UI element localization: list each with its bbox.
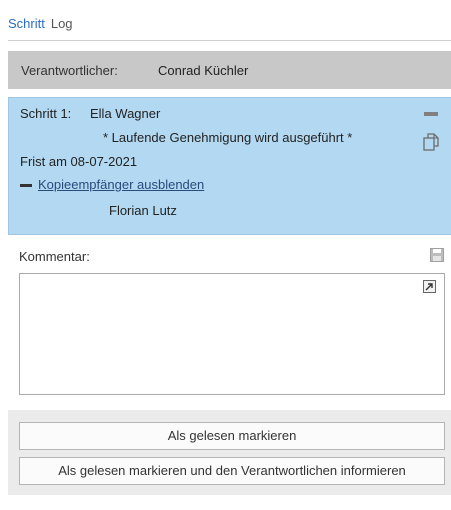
owner-bar: Verantwortlicher: Conrad Küchler (8, 51, 451, 89)
mark-read-button[interactable]: Als gelesen markieren (19, 422, 445, 450)
owner-name: Conrad Küchler (158, 62, 249, 78)
comment-input[interactable] (19, 273, 445, 395)
step-panel: Schritt 1: Ella Wagner * Laufende Genehm… (8, 97, 451, 235)
step-label: Schritt 1: (20, 106, 72, 121)
mark-read-notify-button[interactable]: Als gelesen markieren und den Verantwort… (19, 457, 445, 485)
tab-bar: Schritt Log (8, 16, 73, 31)
collapse-step-icon[interactable] (424, 112, 438, 116)
divider (8, 40, 451, 41)
collapse-icon (20, 184, 32, 188)
step-assignee: Ella Wagner (90, 106, 161, 121)
comment-label: Kommentar: (19, 249, 90, 264)
tab-log[interactable]: Log (51, 16, 73, 31)
step-deadline: Frist am 08-07-2021 (20, 154, 138, 169)
step-status: * Laufende Genehmigung wird ausgeführt * (103, 130, 353, 145)
copy-icon[interactable] (423, 133, 439, 151)
cc-toggle[interactable]: Kopieempfänger ausblenden (20, 177, 204, 192)
expand-icon[interactable] (423, 280, 436, 293)
comment-section: Kommentar: (8, 235, 451, 410)
cc-recipient: Florian Lutz (109, 203, 177, 218)
button-area: Als gelesen markieren Als gelesen markie… (8, 410, 451, 495)
cc-toggle-link[interactable]: Kopieempfänger ausblenden (38, 177, 204, 192)
owner-label: Verantwortlicher: (21, 62, 118, 78)
tab-schritt[interactable]: Schritt (8, 16, 45, 31)
save-icon[interactable] (430, 248, 444, 262)
